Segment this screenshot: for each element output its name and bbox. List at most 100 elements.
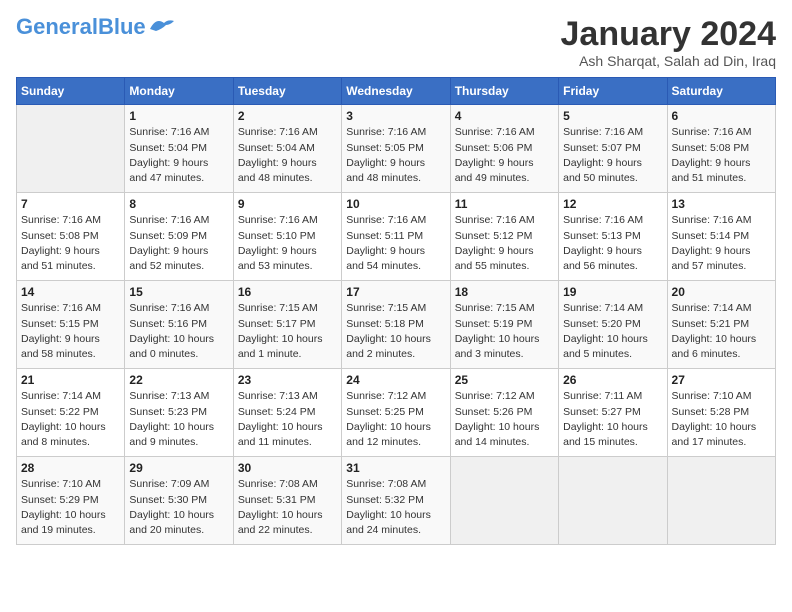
day-number: 3 bbox=[346, 109, 445, 123]
table-row: 31Sunrise: 7:08 AM Sunset: 5:32 PM Dayli… bbox=[342, 457, 450, 545]
day-info: Sunrise: 7:12 AM Sunset: 5:25 PM Dayligh… bbox=[346, 389, 445, 450]
calendar-body: 1Sunrise: 7:16 AM Sunset: 5:04 PM Daylig… bbox=[17, 105, 776, 545]
page-header: GeneralBlue January 2024 Ash Sharqat, Sa… bbox=[16, 16, 776, 69]
day-info: Sunrise: 7:16 AM Sunset: 5:04 AM Dayligh… bbox=[238, 125, 337, 186]
day-number: 15 bbox=[129, 285, 228, 299]
table-row bbox=[667, 457, 775, 545]
calendar-week-row: 14Sunrise: 7:16 AM Sunset: 5:15 PM Dayli… bbox=[17, 281, 776, 369]
day-number: 12 bbox=[563, 197, 662, 211]
day-number: 8 bbox=[129, 197, 228, 211]
weekday-header: Sunday bbox=[17, 78, 125, 105]
table-row: 9 Sunrise: 7:16 AM Sunset: 5:10 PM Daylig… bbox=[233, 193, 341, 281]
day-number: 29 bbox=[129, 461, 228, 475]
table-row: 6Sunrise: 7:16 AM Sunset: 5:08 PM Daylig… bbox=[667, 105, 775, 193]
day-number: 19 bbox=[563, 285, 662, 299]
day-info: Sunrise: 7:16 AM Sunset: 5:08 PM Dayligh… bbox=[21, 213, 120, 274]
day-number: 26 bbox=[563, 373, 662, 387]
table-row: 18 Sunrise: 7:15 AM Sunset: 5:19 PM Dayli… bbox=[450, 281, 558, 369]
table-row: 24 Sunrise: 7:12 AM Sunset: 5:25 PM Dayli… bbox=[342, 369, 450, 457]
day-info: Sunrise: 7:16 AM Sunset: 5:06 PM Dayligh… bbox=[455, 125, 554, 186]
calendar-week-row: 28 Sunrise: 7:10 AM Sunset: 5:29 PM Dayli… bbox=[17, 457, 776, 545]
logo-text: GeneralBlue bbox=[16, 16, 146, 38]
day-number: 24 bbox=[346, 373, 445, 387]
table-row: 13 Sunrise: 7:16 AM Sunset: 5:14 PM Dayli… bbox=[667, 193, 775, 281]
day-number: 18 bbox=[455, 285, 554, 299]
day-number: 11 bbox=[455, 197, 554, 211]
day-number: 17 bbox=[346, 285, 445, 299]
table-row: 17Sunrise: 7:15 AM Sunset: 5:18 PM Dayli… bbox=[342, 281, 450, 369]
table-row: 30 Sunrise: 7:08 AM Sunset: 5:31 PM Dayli… bbox=[233, 457, 341, 545]
day-number: 22 bbox=[129, 373, 228, 387]
day-number: 9 bbox=[238, 197, 337, 211]
day-info: Sunrise: 7:10 AM Sunset: 5:28 PM Dayligh… bbox=[672, 389, 771, 450]
day-number: 5 bbox=[563, 109, 662, 123]
table-row: 10Sunrise: 7:16 AM Sunset: 5:11 PM Dayli… bbox=[342, 193, 450, 281]
calendar-week-row: 21Sunrise: 7:14 AM Sunset: 5:22 PM Dayli… bbox=[17, 369, 776, 457]
day-number: 25 bbox=[455, 373, 554, 387]
day-info: Sunrise: 7:16 AM Sunset: 5:09 PM Dayligh… bbox=[129, 213, 228, 274]
table-row: 23 Sunrise: 7:13 AM Sunset: 5:24 PM Dayli… bbox=[233, 369, 341, 457]
day-number: 30 bbox=[238, 461, 337, 475]
table-row: 2 Sunrise: 7:16 AM Sunset: 5:04 AM Daylig… bbox=[233, 105, 341, 193]
weekday-header: Wednesday bbox=[342, 78, 450, 105]
table-row: 5Sunrise: 7:16 AM Sunset: 5:07 PM Daylig… bbox=[559, 105, 667, 193]
logo-general: General bbox=[16, 14, 98, 39]
day-info: Sunrise: 7:15 AM Sunset: 5:19 PM Dayligh… bbox=[455, 301, 554, 362]
day-info: Sunrise: 7:09 AM Sunset: 5:30 PM Dayligh… bbox=[129, 477, 228, 538]
table-row: 27 Sunrise: 7:10 AM Sunset: 5:28 PM Dayli… bbox=[667, 369, 775, 457]
day-info: Sunrise: 7:16 AM Sunset: 5:13 PM Dayligh… bbox=[563, 213, 662, 274]
day-info: Sunrise: 7:16 AM Sunset: 5:11 PM Dayligh… bbox=[346, 213, 445, 274]
logo-blue: Blue bbox=[98, 14, 146, 39]
day-info: Sunrise: 7:11 AM Sunset: 5:27 PM Dayligh… bbox=[563, 389, 662, 450]
calendar-week-row: 7 Sunrise: 7:16 AM Sunset: 5:08 PM Daylig… bbox=[17, 193, 776, 281]
table-row bbox=[450, 457, 558, 545]
table-row: 4 Sunrise: 7:16 AM Sunset: 5:06 PM Daylig… bbox=[450, 105, 558, 193]
day-number: 23 bbox=[238, 373, 337, 387]
day-number: 13 bbox=[672, 197, 771, 211]
day-info: Sunrise: 7:12 AM Sunset: 5:26 PM Dayligh… bbox=[455, 389, 554, 450]
table-row: 26 Sunrise: 7:11 AM Sunset: 5:27 PM Dayli… bbox=[559, 369, 667, 457]
calendar-header: SundayMondayTuesdayWednesdayThursdayFrid… bbox=[17, 78, 776, 105]
table-row: 12 Sunrise: 7:16 AM Sunset: 5:13 PM Dayli… bbox=[559, 193, 667, 281]
day-info: Sunrise: 7:08 AM Sunset: 5:31 PM Dayligh… bbox=[238, 477, 337, 538]
logo: GeneralBlue bbox=[16, 16, 176, 38]
table-row: 25 Sunrise: 7:12 AM Sunset: 5:26 PM Dayli… bbox=[450, 369, 558, 457]
day-number: 31 bbox=[346, 461, 445, 475]
table-row: 15 Sunrise: 7:16 AM Sunset: 5:16 PM Dayli… bbox=[125, 281, 233, 369]
calendar-table: SundayMondayTuesdayWednesdayThursdayFrid… bbox=[16, 77, 776, 545]
day-number: 6 bbox=[672, 109, 771, 123]
weekday-header: Saturday bbox=[667, 78, 775, 105]
day-info: Sunrise: 7:13 AM Sunset: 5:23 PM Dayligh… bbox=[129, 389, 228, 450]
day-info: Sunrise: 7:10 AM Sunset: 5:29 PM Dayligh… bbox=[21, 477, 120, 538]
day-number: 7 bbox=[21, 197, 120, 211]
weekday-header: Tuesday bbox=[233, 78, 341, 105]
calendar-week-row: 1Sunrise: 7:16 AM Sunset: 5:04 PM Daylig… bbox=[17, 105, 776, 193]
day-number: 28 bbox=[21, 461, 120, 475]
table-row: 28 Sunrise: 7:10 AM Sunset: 5:29 PM Dayli… bbox=[17, 457, 125, 545]
weekday-header: Thursday bbox=[450, 78, 558, 105]
day-number: 4 bbox=[455, 109, 554, 123]
day-info: Sunrise: 7:16 AM Sunset: 5:14 PM Dayligh… bbox=[672, 213, 771, 274]
day-info: Sunrise: 7:16 AM Sunset: 5:12 PM Dayligh… bbox=[455, 213, 554, 274]
day-number: 20 bbox=[672, 285, 771, 299]
day-info: Sunrise: 7:16 AM Sunset: 5:16 PM Dayligh… bbox=[129, 301, 228, 362]
table-row: 8 Sunrise: 7:16 AM Sunset: 5:09 PM Daylig… bbox=[125, 193, 233, 281]
day-number: 27 bbox=[672, 373, 771, 387]
day-info: Sunrise: 7:16 AM Sunset: 5:05 PM Dayligh… bbox=[346, 125, 445, 186]
day-info: Sunrise: 7:14 AM Sunset: 5:21 PM Dayligh… bbox=[672, 301, 771, 362]
day-number: 14 bbox=[21, 285, 120, 299]
table-row: 14Sunrise: 7:16 AM Sunset: 5:15 PM Dayli… bbox=[17, 281, 125, 369]
table-row: 7 Sunrise: 7:16 AM Sunset: 5:08 PM Daylig… bbox=[17, 193, 125, 281]
day-number: 2 bbox=[238, 109, 337, 123]
weekday-row: SundayMondayTuesdayWednesdayThursdayFrid… bbox=[17, 78, 776, 105]
day-info: Sunrise: 7:14 AM Sunset: 5:22 PM Dayligh… bbox=[21, 389, 120, 450]
table-row: 21Sunrise: 7:14 AM Sunset: 5:22 PM Dayli… bbox=[17, 369, 125, 457]
table-row: 20 Sunrise: 7:14 AM Sunset: 5:21 PM Dayli… bbox=[667, 281, 775, 369]
table-row: 22 Sunrise: 7:13 AM Sunset: 5:23 PM Dayli… bbox=[125, 369, 233, 457]
table-row: 19Sunrise: 7:14 AM Sunset: 5:20 PM Dayli… bbox=[559, 281, 667, 369]
day-info: Sunrise: 7:15 AM Sunset: 5:17 PM Dayligh… bbox=[238, 301, 337, 362]
table-row bbox=[17, 105, 125, 193]
day-info: Sunrise: 7:13 AM Sunset: 5:24 PM Dayligh… bbox=[238, 389, 337, 450]
month-title: January 2024 bbox=[561, 16, 777, 53]
day-info: Sunrise: 7:16 AM Sunset: 5:10 PM Dayligh… bbox=[238, 213, 337, 274]
